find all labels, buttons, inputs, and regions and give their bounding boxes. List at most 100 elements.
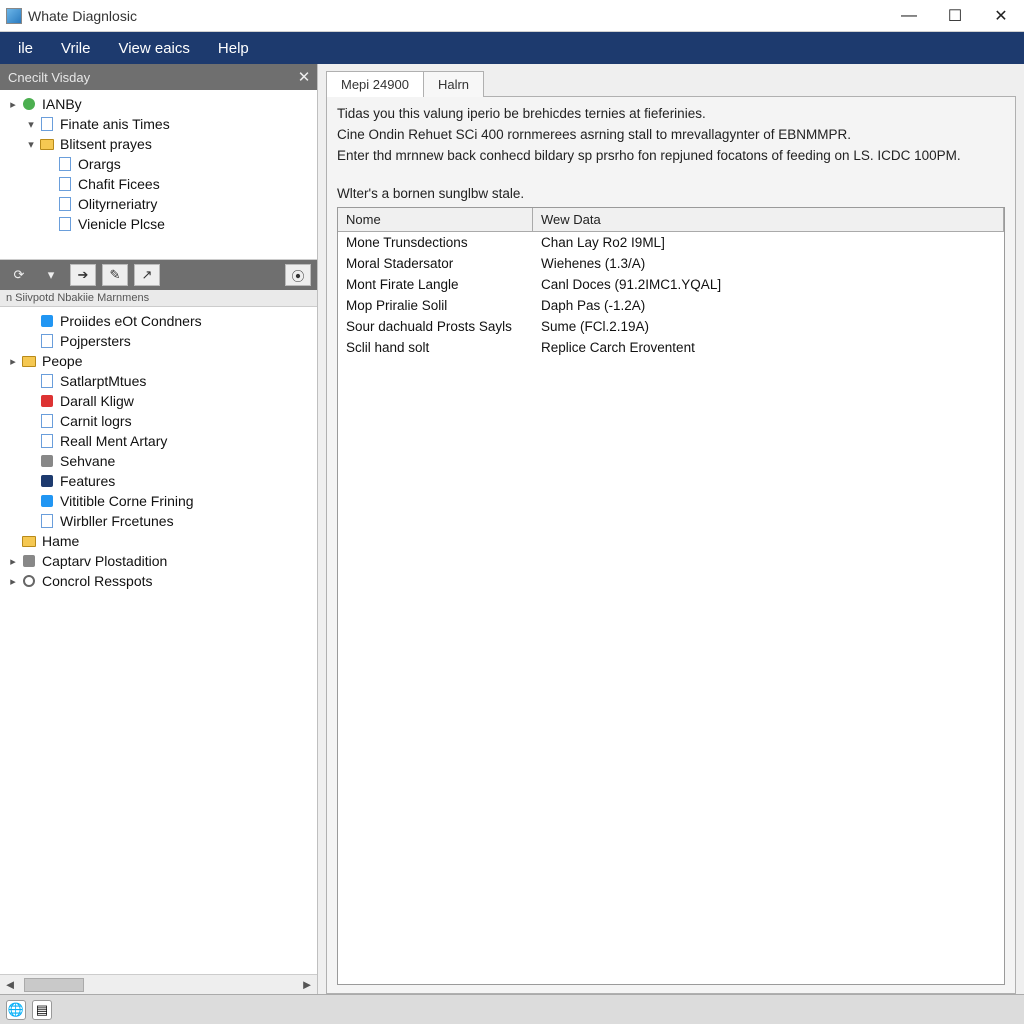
lower-node-3[interactable]: SatlarptMtues: [2, 371, 315, 391]
toolbar-record-button[interactable]: ⦿: [285, 264, 311, 286]
twist-icon[interactable]: ▸: [6, 555, 20, 568]
lower-node-5[interactable]: Carnit logrs: [2, 411, 315, 431]
tree-node-label: Orargs: [78, 156, 121, 172]
toolbar-open-button[interactable]: ↗: [134, 264, 160, 286]
upper-node-0[interactable]: ▸IANBy: [2, 94, 315, 114]
grid-body[interactable]: Mone TrunsdectionsChan Lay Ro2 I9ML]Mora…: [338, 232, 1004, 984]
lower-node-10[interactable]: Wirbller Frcetunes: [2, 511, 315, 531]
lower-node-4[interactable]: Darall Kligw: [2, 391, 315, 411]
tree-node-label: Peope: [42, 353, 82, 369]
description-line-2: Enter thd mrnnew back conhecd bildary sp…: [337, 147, 1005, 166]
table-row[interactable]: Moral StadersatorWiehenes (1.3/A): [338, 253, 1004, 274]
minimize-button[interactable]: —: [886, 0, 932, 32]
table-row[interactable]: Mont Firate LangleCanl Doces (91.2IMC1.Y…: [338, 274, 1004, 295]
menu-view[interactable]: View eaics: [104, 34, 203, 63]
table-row[interactable]: Mone TrunsdectionsChan Lay Ro2 I9ML]: [338, 232, 1004, 253]
scroll-right-icon[interactable]: ►: [297, 977, 317, 992]
folder-icon: [20, 533, 38, 549]
cell-name: Mone Trunsdections: [338, 232, 533, 253]
tree-node-label: Reall Ment Artary: [60, 433, 167, 449]
tab-body: Tidas you this valung iperio be brehicde…: [326, 96, 1016, 994]
tree-node-label: Carnit logrs: [60, 413, 132, 429]
tree-node-label: Proiides eOt Condners: [60, 313, 202, 329]
twist-icon[interactable]: ▸: [6, 98, 20, 111]
tree-node-label: Wirbller Frcetunes: [60, 513, 174, 529]
menu-bar: ile Vrile View eaics Help: [0, 32, 1024, 64]
gray-icon: [20, 553, 38, 569]
menu-vrile[interactable]: Vrile: [47, 34, 104, 63]
column-header-name[interactable]: Nome: [338, 208, 533, 231]
tree-node-label: Darall Kligw: [60, 393, 134, 409]
gray-icon: [38, 453, 56, 469]
table-row[interactable]: Sclil hand soltReplice Carch Eroventent: [338, 337, 1004, 358]
toolbar-settings-button[interactable]: ✎: [102, 264, 128, 286]
lower-node-12[interactable]: ▸Captarv Plostadition: [2, 551, 315, 571]
doc-icon: [56, 156, 74, 172]
tab-1[interactable]: Halrn: [423, 71, 484, 97]
cell-data: Chan Lay Ro2 I9ML]: [533, 232, 1004, 253]
darkblue-icon: [38, 473, 56, 489]
description-line-0: Tidas you this valung iperio be brehicde…: [337, 105, 1005, 124]
lower-node-2[interactable]: ▸ Peope: [2, 351, 315, 371]
table-row[interactable]: Sour dachuald Prosts SaylsSume (FCl.2.19…: [338, 316, 1004, 337]
cell-name: Sour dachuald Prosts Sayls: [338, 316, 533, 337]
tree-node-label: Chafit Ficees: [78, 176, 160, 192]
tree-node-label: Finate anis Times: [60, 116, 170, 132]
upper-node-6[interactable]: Vienicle Plcse: [2, 214, 315, 234]
status-bar: 🌐 ▤: [0, 994, 1024, 1024]
panel-close-icon[interactable]: ✕: [291, 68, 317, 86]
doc-icon: [56, 196, 74, 212]
maximize-button[interactable]: ☐: [932, 0, 978, 32]
twist-icon[interactable]: ▾: [24, 118, 38, 131]
lower-node-9[interactable]: Vititible Corne Frining: [2, 491, 315, 511]
close-button[interactable]: ✕: [978, 0, 1024, 32]
blue-icon: [38, 313, 56, 329]
doc-icon: [38, 116, 56, 132]
toolbar-dropdown-icon[interactable]: ▾: [38, 264, 64, 286]
scroll-thumb[interactable]: [24, 978, 84, 992]
tree-upper[interactable]: ▸IANBy ▾ Finate anis Times ▾ Blitsent prayes…: [0, 90, 317, 260]
tab-0[interactable]: Mepi 24900: [326, 71, 424, 97]
column-header-data[interactable]: Wew Data: [533, 208, 1004, 231]
title-bar: Whate Diagnlosic — ☐ ✕: [0, 0, 1024, 32]
status-chart-icon[interactable]: ▤: [32, 1000, 52, 1020]
scroll-left-icon[interactable]: ◄: [0, 977, 20, 992]
upper-node-1[interactable]: ▾ Finate anis Times: [2, 114, 315, 134]
toolbar-refresh-icon[interactable]: ⟳: [6, 264, 32, 286]
doc-icon: [38, 413, 56, 429]
lower-node-6[interactable]: Reall Ment Artary: [2, 431, 315, 451]
red-icon: [38, 393, 56, 409]
cell-data: Canl Doces (91.2IMC1.YQAL]: [533, 274, 1004, 295]
status-globe-icon[interactable]: 🌐: [6, 1000, 26, 1020]
toolbar-forward-button[interactable]: ➔: [70, 264, 96, 286]
lower-node-0[interactable]: Proiides eOt Condners: [2, 311, 315, 331]
green-icon: [20, 96, 38, 112]
lower-node-1[interactable]: Pojpersters: [2, 331, 315, 351]
cell-data: Sume (FCl.2.19A): [533, 316, 1004, 337]
menu-file[interactable]: ile: [4, 34, 47, 63]
table-row[interactable]: Mop Priralie SolilDaph Pas (-1.2A): [338, 295, 1004, 316]
description-line-1: Cine Ondin Rehuet SCi 400 rornmerees asr…: [337, 126, 1005, 145]
tree-node-label: Blitsent prayes: [60, 136, 152, 152]
twist-icon[interactable]: ▸: [6, 355, 20, 368]
upper-node-2[interactable]: ▾ Blitsent prayes: [2, 134, 315, 154]
tree-lower[interactable]: Proiides eOt Condners Pojpersters ▸ Peope Sa…: [0, 307, 317, 974]
lower-node-7[interactable]: Sehvane: [2, 451, 315, 471]
lower-node-13[interactable]: ▸Concrol Resspots: [2, 571, 315, 591]
folder-icon: [38, 136, 56, 152]
tree-node-label: Sehvane: [60, 453, 115, 469]
sidebar-horizontal-scrollbar[interactable]: ◄ ►: [0, 974, 317, 994]
menu-help[interactable]: Help: [204, 34, 263, 63]
twist-icon[interactable]: ▾: [24, 138, 38, 151]
lower-node-11[interactable]: Hame: [2, 531, 315, 551]
upper-node-5[interactable]: Olityrneriatry: [2, 194, 315, 214]
tab-strip: Mepi 24900Halrn: [326, 70, 1016, 96]
sidebar: Cnecilt Visday ✕ ▸IANBy ▾ Finate anis Time…: [0, 64, 318, 994]
content-area: Mepi 24900Halrn Tidas you this valung ip…: [318, 64, 1024, 994]
upper-node-4[interactable]: Chafit Ficees: [2, 174, 315, 194]
twist-icon[interactable]: ▸: [6, 575, 20, 588]
lower-node-8[interactable]: Features: [2, 471, 315, 491]
sidebar-panel-header: Cnecilt Visday ✕: [0, 64, 317, 90]
upper-node-3[interactable]: Orargs: [2, 154, 315, 174]
tree-node-label: Vititible Corne Frining: [60, 493, 194, 509]
